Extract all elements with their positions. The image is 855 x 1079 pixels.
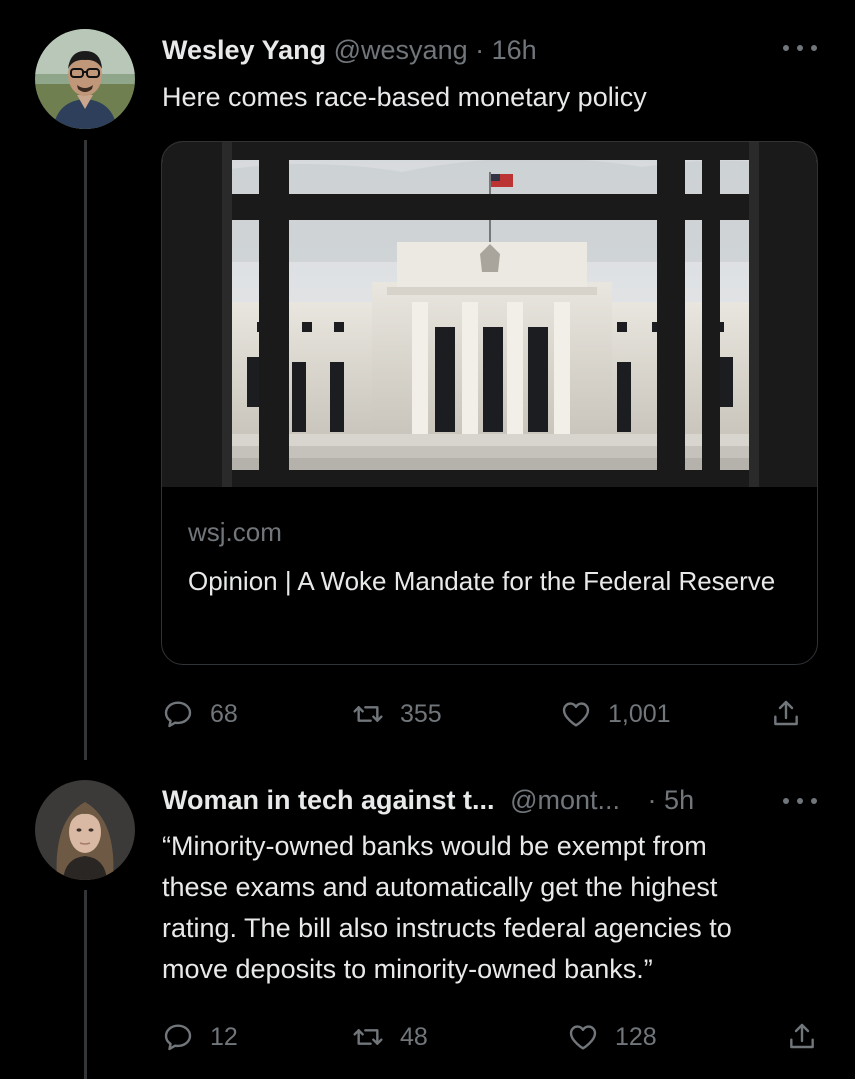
username[interactable]: @mont... [510, 785, 620, 815]
thread-line [84, 890, 87, 1079]
timestamp[interactable]: 16h [492, 35, 537, 65]
share-icon [790, 1023, 814, 1049]
tweet-text-line: “Minority-owned banks would be exempt fr… [162, 831, 707, 861]
tweet-text-line: move deposits to minority-owned banks.” [162, 954, 653, 984]
reply-count: 12 [210, 1022, 238, 1051]
action-bar: 68 355 1,001 [162, 698, 822, 738]
more-icon[interactable] [783, 43, 817, 53]
like-count: 128 [615, 1022, 657, 1051]
display-name[interactable]: Woman in tech against t... [162, 785, 495, 815]
share-button[interactable] [770, 698, 802, 730]
tweet-header: Wesley Yang @wesyang · 16h [162, 35, 537, 66]
separator: · [647, 785, 657, 815]
username[interactable]: @wesyang [334, 35, 468, 65]
retweet-button[interactable]: 48 [352, 1021, 428, 1053]
avatar[interactable] [35, 780, 135, 880]
card-domain: wsj.com [188, 517, 282, 547]
heart-icon [562, 702, 590, 727]
like-count: 1,001 [608, 699, 671, 728]
retweet-count: 355 [400, 699, 442, 728]
more-icon[interactable] [783, 796, 817, 806]
card-title: Opinion | A Woke Mandate for the Federal… [188, 566, 776, 596]
separator: · [475, 35, 485, 65]
timestamp[interactable]: 5h [664, 785, 694, 815]
reply-button[interactable]: 12 [162, 1021, 238, 1053]
reply-icon [164, 1024, 192, 1051]
card-image [162, 142, 817, 487]
tweet[interactable]: Woman in tech against t... @mont... · 5h… [0, 760, 855, 1079]
retweet-icon [353, 1029, 383, 1045]
retweet-icon [353, 706, 383, 722]
tweet-header: Woman in tech against t... @mont... · 5h [162, 785, 694, 816]
share-button[interactable] [786, 1021, 818, 1053]
tweet-text: Here comes race-based monetary policy [162, 82, 647, 112]
tweet-text-line: these exams and automatically get the hi… [162, 872, 718, 902]
reply-button[interactable]: 68 [162, 698, 238, 730]
tweet-text-line: rating. The bill also instructs federal … [162, 913, 732, 943]
like-button[interactable]: 128 [567, 1021, 657, 1053]
like-button[interactable]: 1,001 [560, 698, 671, 730]
reply-count: 68 [210, 699, 238, 728]
display-name[interactable]: Wesley Yang [162, 35, 326, 65]
thread-line [84, 140, 87, 760]
link-card[interactable]: wsj.com Opinion | A Woke Mandate for the… [161, 141, 818, 665]
avatar-image [35, 29, 135, 129]
heart-icon [569, 1025, 597, 1050]
reply-icon [164, 701, 192, 728]
retweet-count: 48 [400, 1022, 428, 1051]
avatar[interactable] [35, 29, 135, 129]
avatar-image [35, 780, 135, 880]
retweet-button[interactable]: 355 [352, 698, 442, 730]
share-icon [774, 700, 798, 726]
tweet-text: “Minority-owned banks would be exempt fr… [162, 826, 732, 990]
action-bar: 12 48 128 [162, 1021, 822, 1061]
tweet[interactable]: Wesley Yang @wesyang · 16h Here comes ra… [0, 0, 855, 760]
